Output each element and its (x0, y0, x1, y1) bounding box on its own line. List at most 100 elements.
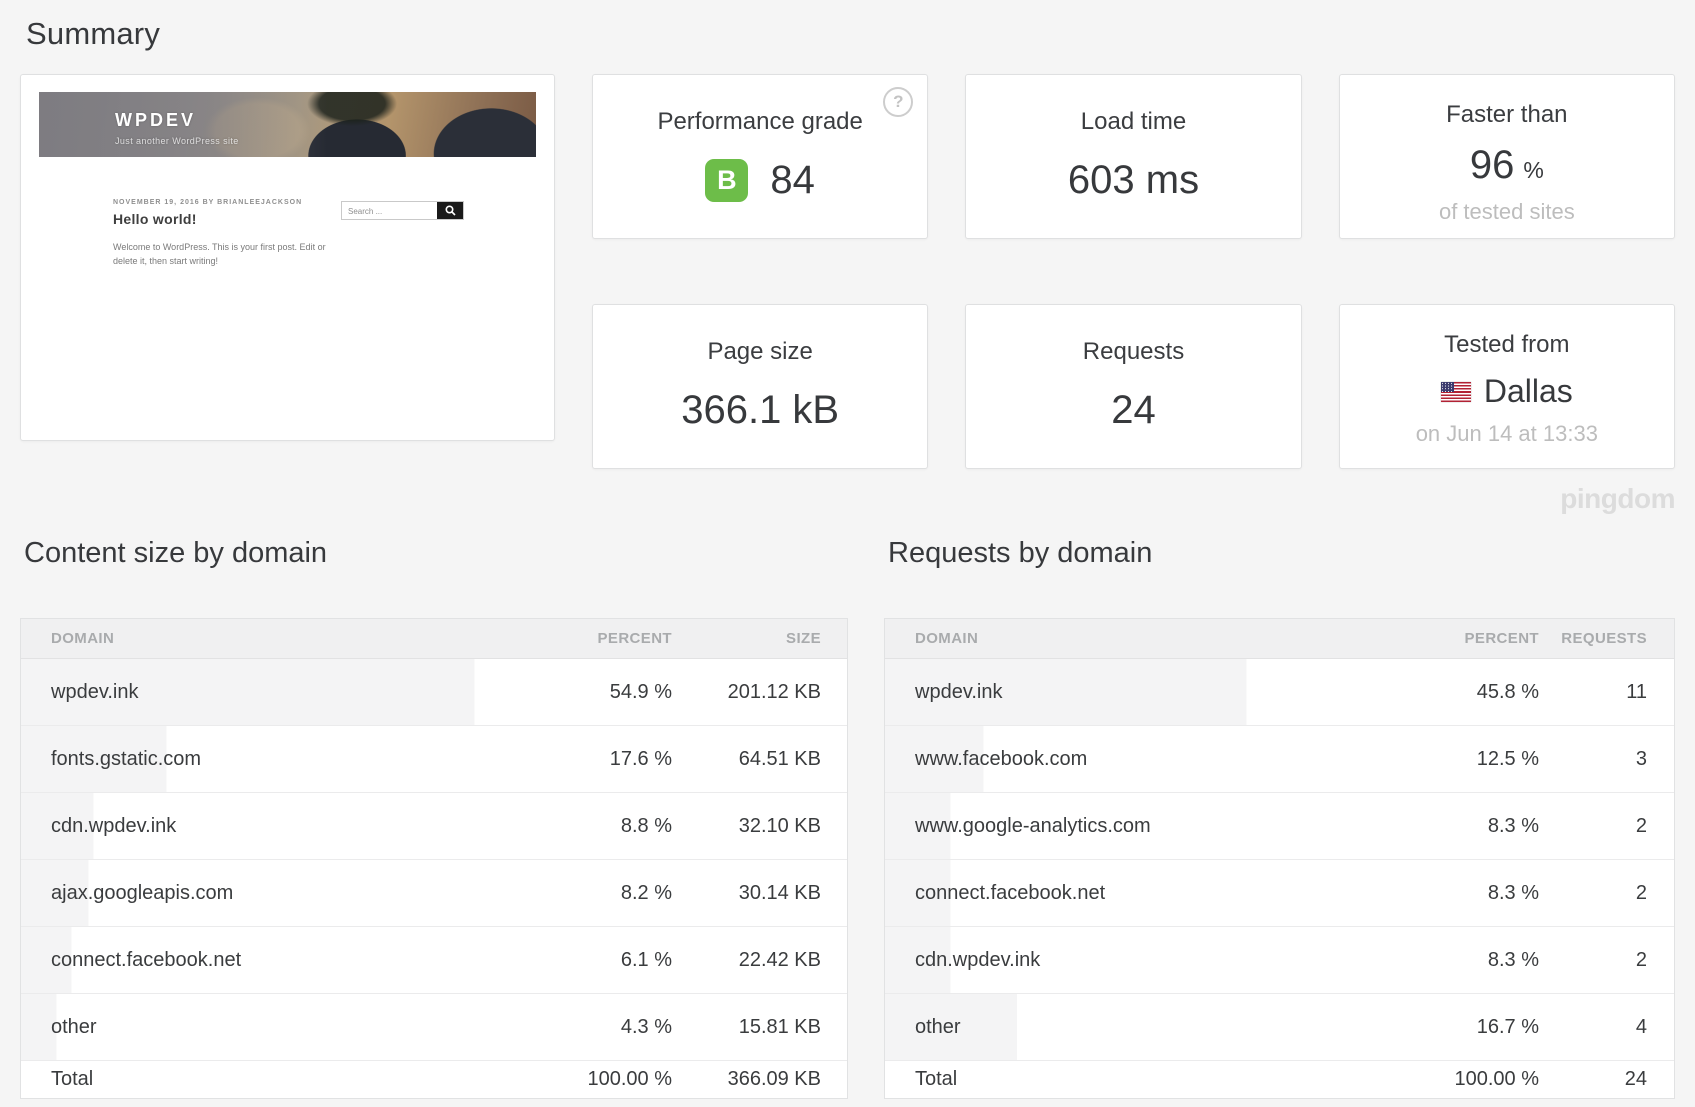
post-title: Hello world! (113, 211, 341, 227)
domain-cell: wpdev.ink (21, 681, 527, 704)
page-title: Summary (26, 16, 1675, 52)
faster-than-unit: % (1523, 157, 1543, 184)
requests-cell: 3 (1539, 748, 1674, 771)
percent-cell: 12.5 % (1394, 748, 1539, 771)
requests-cell: 2 (1539, 815, 1674, 838)
table-header-row: DOMAIN PERCENT REQUESTS (885, 619, 1674, 659)
percent-cell: 54.9 % (527, 681, 672, 704)
faster-than-label: Faster than (1340, 101, 1674, 129)
us-flag-icon (1441, 382, 1471, 402)
tested-from-label: Tested from (1340, 331, 1674, 359)
requests-table: DOMAIN PERCENT REQUESTS wpdev.ink 45.8 %… (884, 618, 1675, 1099)
domain-cell: www.google-analytics.com (885, 815, 1394, 838)
requests-cell: 2 (1539, 949, 1674, 972)
site-tagline: Just another WordPress site (115, 136, 239, 146)
percent-cell: 8.3 % (1394, 882, 1539, 905)
total-size-cell: 366.09 KB (672, 1068, 847, 1091)
grade-badge: B (705, 159, 748, 202)
header-percent: PERCENT (527, 630, 672, 647)
percent-cell: 17.6 % (527, 748, 672, 771)
header-domain: DOMAIN (21, 630, 527, 647)
table-row: ajax.googleapis.com 8.2 % 30.14 KB (21, 860, 847, 927)
domain-cell: cdn.wpdev.ink (21, 815, 527, 838)
domain-cell: connect.facebook.net (885, 882, 1394, 905)
total-label-cell: Total (885, 1068, 1394, 1091)
faster-than-caption: of tested sites (1340, 199, 1674, 225)
table-row: fonts.gstatic.com 17.6 % 64.51 KB (21, 726, 847, 793)
summary-section: WPDEV Just another WordPress site NOVEMB… (20, 74, 1675, 469)
percent-cell: 16.7 % (1394, 1016, 1539, 1039)
header-requests: REQUESTS (1539, 630, 1674, 647)
table-row: wpdev.ink 54.9 % 201.12 KB (21, 659, 847, 726)
percent-cell: 8.2 % (527, 882, 672, 905)
performance-grade-card: ? Performance grade B 84 (592, 74, 928, 239)
post-meta: NOVEMBER 19, 2016 BY BRIANLEEJACKSON (113, 199, 341, 206)
total-requests-cell: 24 (1539, 1068, 1674, 1091)
requests-cell: 4 (1539, 1016, 1674, 1039)
header-domain: DOMAIN (885, 630, 1394, 647)
search-button (437, 202, 463, 219)
requests-value: 24 (966, 388, 1300, 433)
search-placeholder: Search ... (342, 202, 437, 219)
size-cell: 201.12 KB (672, 681, 847, 704)
post-body: Welcome to WordPress. This is your first… (113, 240, 341, 269)
content-size-section: Content size by domain DOMAIN PERCENT SI… (20, 537, 848, 1099)
domain-cell: connect.facebook.net (21, 949, 527, 972)
tested-from-card: Tested from Dallas on Jun 14 at 13:33 (1339, 304, 1675, 469)
page-size-label: Page size (593, 338, 927, 366)
performance-grade-label: Performance grade (593, 108, 927, 136)
table-row: cdn.wpdev.ink 8.8 % 32.10 KB (21, 793, 847, 860)
table-row: wpdev.ink 45.8 % 11 (885, 659, 1674, 726)
size-cell: 30.14 KB (672, 882, 847, 905)
content-size-table: DOMAIN PERCENT SIZE wpdev.ink 54.9 % 201… (20, 618, 848, 1099)
requests-by-domain-section: Requests by domain DOMAIN PERCENT REQUES… (884, 537, 1675, 1099)
total-percent-cell: 100.00 % (1394, 1068, 1539, 1091)
website-screenshot-preview: WPDEV Just another WordPress site NOVEMB… (20, 74, 555, 441)
site-title: WPDEV (115, 110, 239, 131)
total-label-cell: Total (21, 1068, 527, 1091)
load-time-value: 603 ms (966, 158, 1300, 203)
header-percent: PERCENT (1394, 630, 1539, 647)
table-header-row: DOMAIN PERCENT SIZE (21, 619, 847, 659)
requests-label: Requests (966, 338, 1300, 366)
requests-cell: 2 (1539, 882, 1674, 905)
performance-score: 84 (770, 158, 815, 203)
requests-cell: 11 (1539, 681, 1674, 704)
table-total-row: Total 100.00 % 24 (885, 1061, 1674, 1098)
domain-cell: other (885, 1016, 1394, 1039)
search-icon (445, 205, 456, 216)
size-cell: 64.51 KB (672, 748, 847, 771)
total-percent-cell: 100.00 % (527, 1068, 672, 1091)
size-cell: 15.81 KB (672, 1016, 847, 1039)
percent-cell: 4.3 % (527, 1016, 672, 1039)
tested-from-caption: on Jun 14 at 13:33 (1340, 421, 1674, 447)
table-row: other 4.3 % 15.81 KB (21, 994, 847, 1061)
load-time-card: Load time 603 ms (965, 74, 1301, 239)
domain-cell: other (21, 1016, 527, 1039)
table-row: other 16.7 % 4 (885, 994, 1674, 1061)
percent-cell: 8.3 % (1394, 815, 1539, 838)
header-size: SIZE (672, 630, 847, 647)
requests-table-title: Requests by domain (888, 537, 1675, 570)
size-cell: 22.42 KB (672, 949, 847, 972)
faster-than-card: Faster than 96 % of tested sites (1339, 74, 1675, 239)
tested-from-city: Dallas (1484, 373, 1573, 410)
percent-cell: 8.8 % (527, 815, 672, 838)
percent-cell: 45.8 % (1394, 681, 1539, 704)
table-row: connect.facebook.net 8.3 % 2 (885, 860, 1674, 927)
table-row: connect.facebook.net 6.1 % 22.42 KB (21, 927, 847, 994)
pingdom-watermark: pingdom (1560, 483, 1675, 515)
domain-cell: www.facebook.com (885, 748, 1394, 771)
percent-cell: 6.1 % (527, 949, 672, 972)
table-total-row: Total 100.00 % 366.09 KB (21, 1061, 847, 1098)
page-size-value: 366.1 kB (593, 388, 927, 433)
size-cell: 32.10 KB (672, 815, 847, 838)
domain-cell: fonts.gstatic.com (21, 748, 527, 771)
requests-card: Requests 24 (965, 304, 1301, 469)
table-row: www.facebook.com 12.5 % 3 (885, 726, 1674, 793)
load-time-label: Load time (966, 108, 1300, 136)
table-row: cdn.wpdev.ink 8.3 % 2 (885, 927, 1674, 994)
domain-cell: cdn.wpdev.ink (885, 949, 1394, 972)
site-banner-image: WPDEV Just another WordPress site (39, 92, 536, 157)
table-row: www.google-analytics.com 8.3 % 2 (885, 793, 1674, 860)
